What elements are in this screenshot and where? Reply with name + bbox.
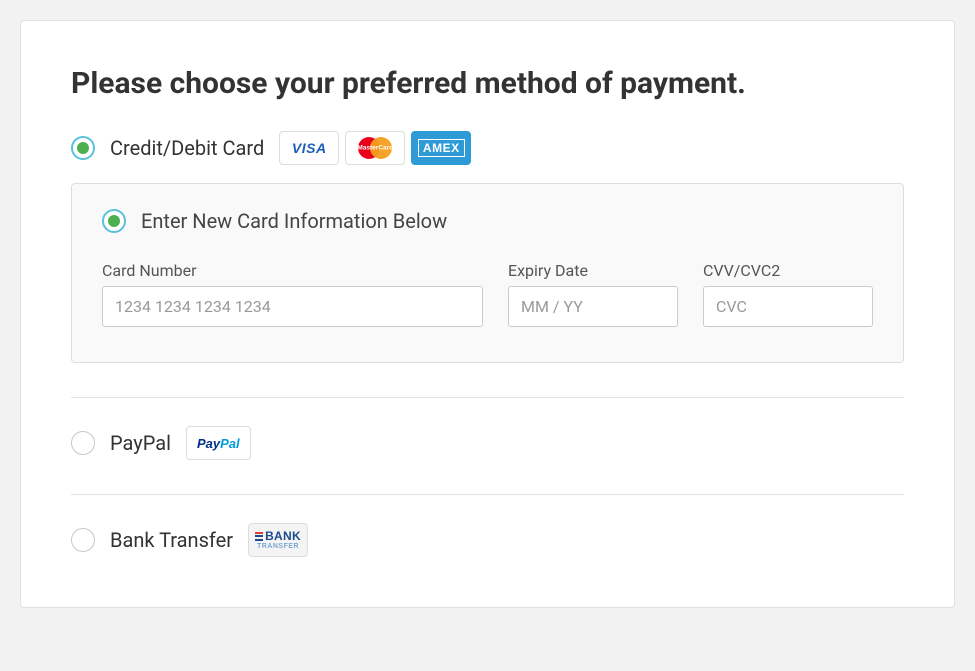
expiry-field-wrap: Expiry Date (508, 261, 678, 327)
new-card-panel: Enter New Card Information Below Card Nu… (71, 183, 904, 363)
new-card-label: Enter New Card Information Below (141, 209, 447, 233)
cvc-label: CVV/CVC2 (703, 261, 873, 280)
method-paypal-row: PayPal PayPal (71, 426, 904, 460)
card-number-label: Card Number (102, 261, 483, 280)
radio-bank[interactable] (71, 528, 95, 552)
amex-icon: AMEX (411, 131, 471, 165)
mastercard-icon: MasterCard (345, 131, 405, 165)
cvc-input[interactable] (703, 286, 873, 327)
radio-new-card[interactable] (102, 209, 126, 233)
card-number-field-wrap: Card Number (102, 261, 483, 327)
radio-paypal[interactable] (71, 431, 95, 455)
bank-transfer-icon: BANK TRANSFER (248, 523, 308, 557)
card-fields: Card Number Expiry Date CVV/CVC2 (102, 261, 873, 327)
method-bank-label: Bank Transfer (110, 528, 233, 552)
expiry-label: Expiry Date (508, 261, 678, 280)
method-card-row: Credit/Debit Card VISA MasterCard AMEX (71, 131, 904, 165)
new-card-header: Enter New Card Information Below (102, 209, 873, 233)
card-brand-icons: VISA MasterCard AMEX (279, 131, 471, 165)
method-bank-row: Bank Transfer BANK TRANSFER (71, 523, 904, 557)
payment-method-panel: Please choose your preferred method of p… (20, 20, 955, 608)
method-paypal-label: PayPal (110, 431, 171, 455)
paypal-icons: PayPal (186, 426, 251, 460)
page-title: Please choose your preferred method of p… (71, 66, 904, 101)
expiry-input[interactable] (508, 286, 678, 327)
separator (71, 397, 904, 398)
cvc-field-wrap: CVV/CVC2 (703, 261, 873, 327)
separator (71, 494, 904, 495)
method-card-label: Credit/Debit Card (110, 136, 264, 160)
visa-icon: VISA (279, 131, 339, 165)
radio-card[interactable] (71, 136, 95, 160)
bank-icons: BANK TRANSFER (248, 523, 308, 557)
paypal-icon: PayPal (186, 426, 251, 460)
card-number-input[interactable] (102, 286, 483, 327)
